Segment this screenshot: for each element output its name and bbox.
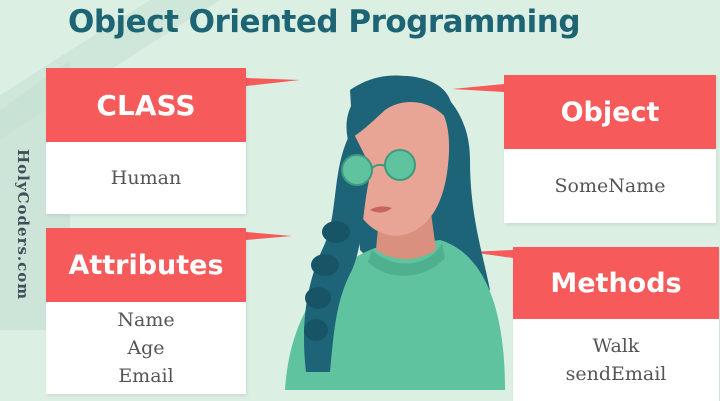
class-body: Human <box>46 142 246 214</box>
class-heading: CLASS <box>46 68 246 142</box>
methods-card: Methods Walk sendEmail <box>513 247 719 401</box>
method-item: sendEmail <box>565 363 667 385</box>
attributes-heading: Attributes <box>46 228 246 302</box>
attributes-body: Name Age Email <box>46 302 246 394</box>
object-heading: Object <box>504 75 716 149</box>
object-card: Object SomeName <box>504 75 716 223</box>
methods-heading: Methods <box>513 247 719 319</box>
attribute-item: Email <box>118 365 174 387</box>
class-item: Human <box>110 167 182 189</box>
object-item: SomeName <box>554 175 666 197</box>
methods-body: Walk sendEmail <box>513 319 719 401</box>
attributes-card: Attributes Name Age Email <box>46 228 246 394</box>
attribute-item: Age <box>127 337 165 359</box>
object-body: SomeName <box>504 149 716 223</box>
class-card: CLASS Human <box>46 68 246 214</box>
attribute-item: Name <box>117 309 175 331</box>
method-item: Walk <box>592 335 640 357</box>
